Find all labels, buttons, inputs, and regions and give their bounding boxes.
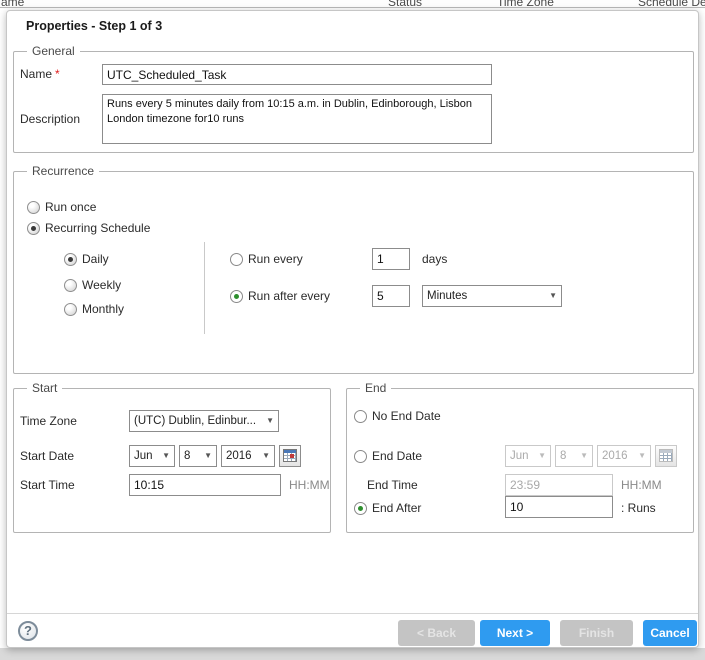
end-after-label: End After bbox=[372, 502, 421, 515]
run-after-every-unit-value: Minutes bbox=[427, 290, 467, 302]
start-date-label: Start Date bbox=[20, 450, 74, 463]
end-after-radio[interactable] bbox=[354, 502, 367, 515]
footer-divider bbox=[7, 613, 698, 614]
time-zone-value: (UTC) Dublin, Edinbur... bbox=[134, 415, 256, 427]
run-after-every-label: Run after every bbox=[248, 290, 330, 303]
run-every-label: Run every bbox=[248, 253, 303, 266]
no-end-date-label: No End Date bbox=[372, 410, 441, 423]
end-legend: End bbox=[360, 382, 391, 395]
end-groupbox: End No End Date End Date Jun ▼ 8 ▼ 2016 … bbox=[346, 388, 694, 533]
time-zone-label: Time Zone bbox=[20, 415, 77, 428]
recurrence-groupbox: Recurrence Run once Recurring Schedule D… bbox=[13, 171, 694, 374]
name-label: Name* bbox=[20, 68, 60, 81]
start-day-select[interactable]: 8 ▼ bbox=[179, 445, 217, 467]
monthly-radio[interactable] bbox=[64, 303, 77, 316]
end-day-value: 8 bbox=[560, 450, 566, 462]
start-year-value: 2016 bbox=[226, 450, 252, 462]
run-every-days-input[interactable] bbox=[372, 248, 410, 270]
recurring-schedule-radio[interactable] bbox=[27, 222, 40, 235]
end-after-runs-suffix: : Runs bbox=[621, 502, 656, 515]
no-end-date-radio[interactable] bbox=[354, 410, 367, 423]
calendar-icon bbox=[659, 449, 673, 462]
start-legend: Start bbox=[27, 382, 62, 395]
start-month-select[interactable]: Jun ▼ bbox=[129, 445, 175, 467]
chevron-down-icon: ▼ bbox=[266, 411, 274, 431]
chevron-down-icon: ▼ bbox=[549, 286, 557, 306]
chevron-down-icon: ▼ bbox=[580, 446, 588, 466]
required-asterisk: * bbox=[55, 67, 60, 81]
description-label: Description bbox=[20, 113, 80, 126]
weekly-label: Weekly bbox=[82, 279, 121, 292]
general-groupbox: General Name* Description Runs every 5 m… bbox=[13, 51, 694, 153]
end-month-value: Jun bbox=[510, 450, 529, 462]
time-zone-select[interactable]: (UTC) Dublin, Edinbur... ▼ bbox=[129, 410, 279, 432]
back-button: < Back bbox=[398, 620, 475, 646]
start-groupbox: Start Time Zone (UTC) Dublin, Edinbur...… bbox=[13, 388, 331, 533]
screen: ame Status Time Zone Schedule Details Pr… bbox=[0, 0, 705, 660]
end-year-value: 2016 bbox=[602, 450, 628, 462]
end-date-calendar-button bbox=[655, 445, 677, 467]
background-table-header: ame Status Time Zone Schedule Details bbox=[0, 0, 705, 9]
chevron-down-icon: ▼ bbox=[262, 446, 270, 466]
properties-dialog: Properties - Step 1 of 3 General Name* D… bbox=[6, 10, 699, 648]
help-button[interactable]: ? bbox=[18, 621, 38, 641]
name-input[interactable] bbox=[102, 64, 492, 85]
run-after-every-value-input[interactable] bbox=[372, 285, 410, 307]
recurrence-legend: Recurrence bbox=[27, 165, 99, 178]
bg-header-divider bbox=[0, 7, 705, 8]
recurrence-divider bbox=[204, 242, 205, 334]
end-time-input bbox=[505, 474, 613, 496]
chevron-down-icon: ▼ bbox=[204, 446, 212, 466]
chevron-down-icon: ▼ bbox=[538, 446, 546, 466]
end-month-select: Jun ▼ bbox=[505, 445, 551, 467]
dialog-title: Properties - Step 1 of 3 bbox=[26, 19, 162, 33]
end-after-runs-input[interactable] bbox=[505, 496, 613, 518]
finish-button: Finish bbox=[560, 620, 633, 646]
background-footer-strip bbox=[0, 648, 705, 660]
run-every-radio[interactable] bbox=[230, 253, 243, 266]
start-day-value: 8 bbox=[184, 450, 190, 462]
name-label-text: Name bbox=[20, 67, 52, 81]
start-year-select[interactable]: 2016 ▼ bbox=[221, 445, 275, 467]
run-after-every-unit-select[interactable]: Minutes ▼ bbox=[422, 285, 562, 307]
start-time-input[interactable] bbox=[129, 474, 281, 496]
end-year-select: 2016 ▼ bbox=[597, 445, 651, 467]
monthly-label: Monthly bbox=[82, 303, 124, 316]
run-once-label: Run once bbox=[45, 201, 96, 214]
run-every-unit-label: days bbox=[422, 253, 447, 266]
end-day-select: 8 ▼ bbox=[555, 445, 593, 467]
end-date-radio[interactable] bbox=[354, 450, 367, 463]
weekly-radio[interactable] bbox=[64, 279, 77, 292]
start-month-value: Jun bbox=[134, 450, 153, 462]
run-after-every-radio[interactable] bbox=[230, 290, 243, 303]
end-time-format-hint: HH:MM bbox=[621, 479, 662, 492]
cancel-button[interactable]: Cancel bbox=[643, 620, 697, 646]
run-once-radio[interactable] bbox=[27, 201, 40, 214]
start-time-label: Start Time bbox=[20, 479, 75, 492]
daily-radio[interactable] bbox=[64, 253, 77, 266]
help-icon: ? bbox=[24, 623, 32, 638]
chevron-down-icon: ▼ bbox=[162, 446, 170, 466]
chevron-down-icon: ▼ bbox=[638, 446, 646, 466]
daily-label: Daily bbox=[82, 253, 109, 266]
next-button[interactable]: Next > bbox=[480, 620, 550, 646]
start-time-format-hint: HH:MM bbox=[289, 479, 330, 492]
recurring-schedule-label: Recurring Schedule bbox=[45, 222, 150, 235]
general-legend: General bbox=[27, 45, 80, 58]
start-date-calendar-button[interactable] bbox=[279, 445, 301, 467]
calendar-icon bbox=[283, 449, 297, 462]
description-textarea[interactable]: Runs every 5 minutes daily from 10:15 a.… bbox=[102, 94, 492, 144]
end-time-label: End Time bbox=[367, 479, 418, 492]
end-date-label: End Date bbox=[372, 450, 422, 463]
